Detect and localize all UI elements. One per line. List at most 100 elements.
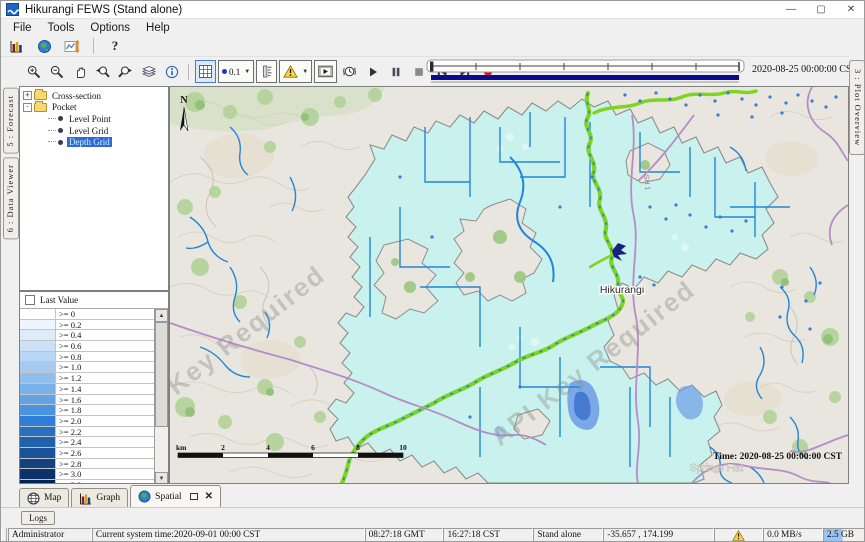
folder-icon	[34, 103, 47, 112]
tree-item-label[interactable]: Cross-section	[50, 91, 103, 101]
maximize-button[interactable]: ▢	[806, 1, 836, 19]
layers-icon[interactable]	[138, 60, 159, 84]
legend-row: >= 1.0	[20, 362, 154, 373]
close-button[interactable]: ✕	[836, 1, 865, 19]
profile-tool-button[interactable]	[256, 60, 277, 83]
legend-color-swatch	[20, 320, 56, 330]
tree-row[interactable]: + Cross-section	[21, 90, 167, 102]
legend-color-swatch	[20, 448, 56, 458]
app-window: Hikurangi FEWS (Stand alone) — ▢ ✕ FileT…	[0, 0, 865, 542]
zoom-in-icon[interactable]	[23, 60, 44, 84]
svg-text:km: km	[176, 443, 187, 452]
pause-button[interactable]	[385, 60, 406, 84]
tree-toggle-icon[interactable]: +	[23, 91, 32, 100]
scroll-up-icon[interactable]: ▲	[155, 309, 168, 322]
tab-graph[interactable]: Graph	[71, 488, 128, 507]
zoom-next-icon[interactable]	[115, 60, 136, 84]
logs-row: Logs	[1, 508, 865, 528]
window-title: Hikurangi FEWS (Stand alone)	[25, 4, 182, 16]
tab-map-label: Map	[44, 493, 61, 503]
spatial-layer-tree: + Cross-section - Pocket Level Point	[19, 86, 169, 291]
tree-row[interactable]: Level Grid	[21, 125, 167, 137]
current-map-datetime: 2020-08-25 00:00:00 CST	[752, 64, 858, 75]
legend-row: >= 0.6	[20, 341, 154, 352]
reports-icon[interactable]	[5, 37, 27, 55]
help-button[interactable]: ?	[104, 37, 126, 55]
play-button[interactable]	[362, 60, 383, 84]
legend-class-label: >= 0.6	[56, 341, 154, 351]
menu-item[interactable]: File	[5, 22, 40, 34]
zoom-out-icon[interactable]	[46, 60, 67, 84]
globe-explorer-icon[interactable]	[33, 37, 55, 55]
status-user: Administrator	[8, 528, 92, 542]
status-mode: Stand alone	[533, 528, 603, 542]
tree-item-label[interactable]: Depth Grid	[67, 137, 112, 147]
leaf-bullet-icon	[58, 140, 63, 145]
grid-display-button[interactable]	[195, 60, 216, 83]
menu-item[interactable]: Tools	[40, 22, 83, 34]
legend-row: >= 2.6	[20, 448, 154, 459]
legend-class-label: >= 2.6	[56, 448, 154, 458]
bar-chart-icon	[79, 492, 92, 505]
animation-play-window-button[interactable]	[314, 60, 337, 83]
info-icon[interactable]	[161, 60, 182, 84]
legend-row: >= 0.2	[20, 320, 154, 331]
svg-text:10: 10	[399, 443, 407, 452]
legend-panel: Last Value >= 0 >= 0.2 >= 0.4	[19, 291, 169, 484]
zoom-previous-icon[interactable]	[92, 60, 113, 84]
restore-panel-icon[interactable]	[190, 493, 198, 500]
status-system-time: Current system time:2020-09-01 00:00 CST	[92, 528, 365, 542]
map-canvas[interactable]: API Key Required API Key Required Hikura…	[169, 86, 849, 484]
tree-row[interactable]: - Pocket	[21, 102, 167, 114]
scrollbar-thumb[interactable]	[155, 322, 168, 427]
main-toolbar: ?	[1, 36, 865, 56]
folder-icon	[34, 91, 47, 100]
pan-hand-icon[interactable]	[69, 60, 90, 84]
menu-item[interactable]: Options	[82, 22, 138, 34]
svg-text:2: 2	[221, 443, 225, 452]
legend-color-swatch	[20, 416, 56, 426]
legend-color-swatch	[20, 373, 56, 383]
tree-item-label[interactable]: Pocket	[50, 102, 79, 112]
svg-text:4: 4	[266, 443, 270, 452]
contour-threshold-dropdown[interactable]: 0.1 ▼	[218, 60, 254, 83]
side-tab[interactable]: 6 : Data Viewer	[3, 157, 19, 239]
tree-item-label[interactable]: Level Grid	[67, 126, 110, 136]
legend-class-label: >= 1.8	[56, 405, 154, 415]
logs-button[interactable]: Logs	[21, 511, 55, 525]
legend-scrollbar[interactable]: ▲ ▼	[154, 309, 168, 484]
status-warning-icon[interactable]	[714, 528, 763, 542]
legend-class-label: >= 0.4	[56, 330, 154, 340]
tab-spatial[interactable]: Spatial ✕	[130, 485, 221, 507]
toolbar-separator	[93, 38, 94, 54]
animation-settings-icon[interactable]	[339, 60, 360, 84]
timeseries-dialog-icon[interactable]	[61, 37, 83, 55]
tree-row[interactable]: Depth Grid	[21, 136, 167, 148]
side-tab[interactable]: 5 : Forecast	[3, 88, 19, 154]
menu-item[interactable]: Help	[138, 22, 178, 34]
last-value-checkbox[interactable]	[25, 295, 35, 305]
close-panel-icon[interactable]: ✕	[205, 491, 213, 502]
tree-toggle-icon[interactable]: -	[23, 103, 32, 112]
legend-color-swatch	[20, 405, 56, 415]
tab-map[interactable]: Map	[19, 488, 69, 507]
title-bar: Hikurangi FEWS (Stand alone) — ▢ ✕	[1, 1, 865, 19]
svg-text:N: N	[180, 95, 188, 106]
left-panel-tabstrip: 5 : Forecast 6 : Data Viewer	[1, 86, 19, 484]
warning-threshold-dropdown[interactable]: ▼	[279, 60, 312, 83]
tab-spatial-label: Spatial	[155, 492, 181, 502]
minimize-button[interactable]: —	[776, 1, 806, 19]
side-tab[interactable]: 3 : Plot Overview	[849, 60, 865, 155]
time-slider[interactable]	[426, 59, 746, 85]
status-coordinates: -35.657 , 174.199	[603, 528, 714, 542]
threshold-dot-icon	[222, 69, 227, 74]
legend-row: >= 1.4	[20, 384, 154, 395]
scroll-down-icon[interactable]: ▼	[155, 472, 168, 484]
time-slider-handle	[430, 62, 433, 72]
tree-row[interactable]: Level Point	[21, 113, 167, 125]
legend-row: >= 0	[20, 309, 154, 320]
tree-item-label[interactable]: Level Point	[67, 114, 113, 124]
legend-row: >= 1.2	[20, 373, 154, 384]
right-panel-tabstrip: 3 : Plot Overview	[849, 58, 865, 484]
legend-class-label: >= 0	[56, 309, 154, 319]
